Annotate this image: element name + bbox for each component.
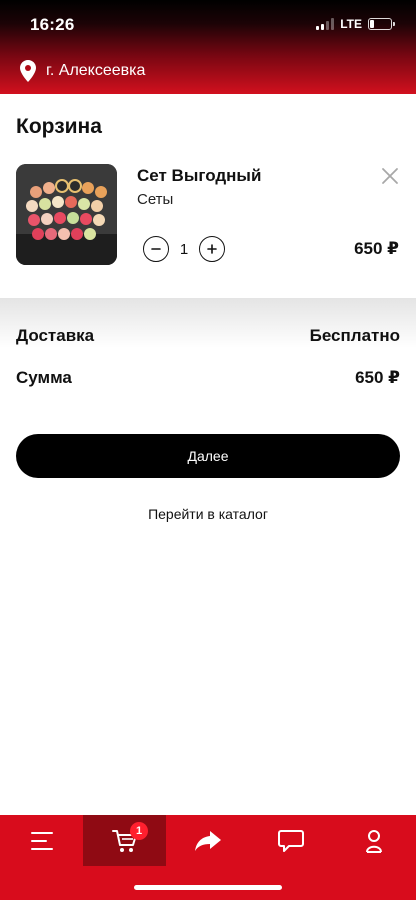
next-button[interactable]: Далее bbox=[16, 434, 400, 478]
nav-share[interactable] bbox=[166, 815, 249, 866]
plus-circle-icon bbox=[207, 244, 217, 254]
delivery-row: Доставка Бесплатно bbox=[16, 324, 400, 348]
total-value: 650 ₽ bbox=[355, 368, 400, 387]
map-pin-icon bbox=[20, 60, 36, 82]
nav-menu[interactable] bbox=[0, 815, 83, 866]
close-icon bbox=[382, 168, 398, 184]
app-header: 16:26 LTE г. Алексеевка bbox=[0, 0, 416, 94]
profile-icon bbox=[365, 829, 382, 853]
status-time: 16:26 bbox=[30, 15, 75, 34]
menu-icon bbox=[30, 831, 53, 850]
nav-profile[interactable] bbox=[332, 815, 415, 866]
product-price: 650 ₽ bbox=[354, 239, 399, 258]
quantity-stepper: 1 bbox=[143, 236, 225, 262]
total-label: Сумма bbox=[16, 368, 72, 387]
battery-icon bbox=[368, 18, 395, 30]
cart-panel: Корзина Сет Выгодный Сеты 1 650 ₽ bbox=[0, 94, 416, 298]
nav-chat[interactable] bbox=[249, 815, 332, 866]
page-title: Корзина bbox=[16, 115, 102, 138]
product-category: Сеты bbox=[137, 191, 174, 208]
share-arrow-icon bbox=[194, 830, 221, 851]
delivery-value: Бесплатно bbox=[309, 326, 400, 345]
nav-cart[interactable]: 1 bbox=[83, 815, 166, 866]
product-name: Сет Выгодный bbox=[137, 166, 262, 185]
delivery-label: Доставка bbox=[16, 326, 95, 345]
go-to-catalog-link[interactable]: Перейти в каталог bbox=[0, 506, 416, 522]
cart-count-badge: 1 bbox=[130, 822, 148, 840]
increase-quantity-button[interactable] bbox=[199, 236, 225, 262]
sushi-set-photo bbox=[16, 164, 117, 265]
quantity-value: 1 bbox=[179, 240, 189, 258]
network-type: LTE bbox=[340, 17, 362, 31]
total-row: Сумма 650 ₽ bbox=[16, 366, 400, 390]
status-indicators: LTE bbox=[316, 17, 395, 31]
chat-icon bbox=[277, 829, 304, 852]
battery-level bbox=[370, 20, 374, 28]
decrease-quantity-button[interactable] bbox=[143, 236, 169, 262]
product-image bbox=[16, 164, 117, 265]
signal-icon bbox=[316, 18, 335, 30]
home-indicator bbox=[134, 885, 282, 890]
location-label: г. Алексеевка bbox=[46, 62, 146, 79]
status-bar: 16:26 LTE bbox=[0, 0, 416, 50]
minus-circle-icon bbox=[151, 248, 161, 250]
remove-item-button[interactable] bbox=[380, 166, 400, 186]
location-selector[interactable]: г. Алексеевка bbox=[20, 58, 145, 84]
